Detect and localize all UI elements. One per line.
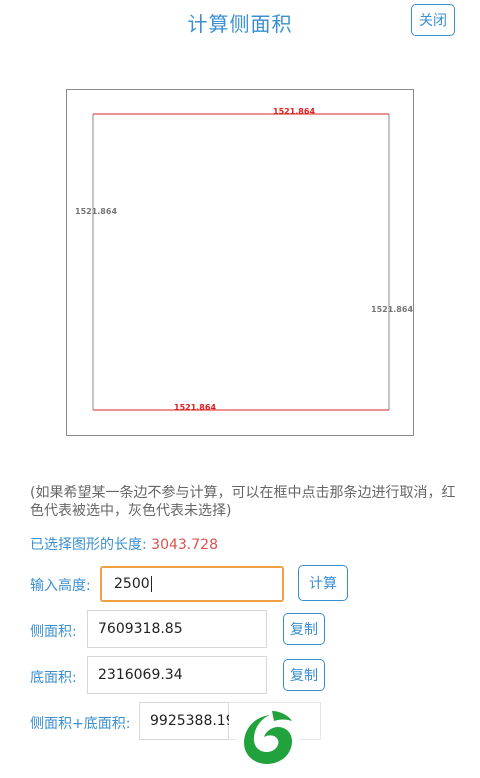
edge-label-bottom: 1521.864 <box>174 403 216 412</box>
page-title: 计算侧面积 <box>187 12 293 36</box>
text-caret <box>150 576 152 592</box>
height-input-value: 2500 <box>114 576 150 592</box>
base-area-label: 底面积: <box>30 670 77 686</box>
hint-text: (如果希望某一条边不参与计算，可以在框中点击那条边进行取消，红色代表被选中，灰色… <box>30 485 456 519</box>
edge-label-right: 1521.864 <box>371 305 413 314</box>
copy-base-area-button[interactable]: 复制 <box>283 659 325 691</box>
side-area-label: 侧面积: <box>30 624 77 640</box>
selected-length-label: 已选择图形的长度: <box>30 537 147 553</box>
side-area-field[interactable]: 7609318.85 <box>87 610 267 648</box>
height-input[interactable]: 2500 <box>100 566 284 602</box>
base-area-field[interactable]: 2316069.34 <box>87 656 267 694</box>
leaf-logo-icon <box>237 708 299 770</box>
edge-label-left: 1521.864 <box>75 207 117 216</box>
selected-length: 已选择图形的长度: 3043.728 <box>30 534 218 554</box>
calculate-button[interactable]: 计算 <box>298 565 348 601</box>
edge-label-top: 1521.864 <box>273 107 315 116</box>
height-label: 输入高度: <box>30 578 91 594</box>
copy-side-area-button[interactable]: 复制 <box>283 613 325 645</box>
total-area-label: 侧面积+底面积: <box>30 716 131 732</box>
shape-drawing[interactable]: 1521.864 1521.864 1521.864 1521.864 <box>66 89 414 436</box>
total-area-field[interactable]: 9925388.19 <box>139 702 235 740</box>
close-button[interactable]: 关闭 <box>411 4 455 36</box>
selected-length-value: 3043.728 <box>151 537 218 553</box>
